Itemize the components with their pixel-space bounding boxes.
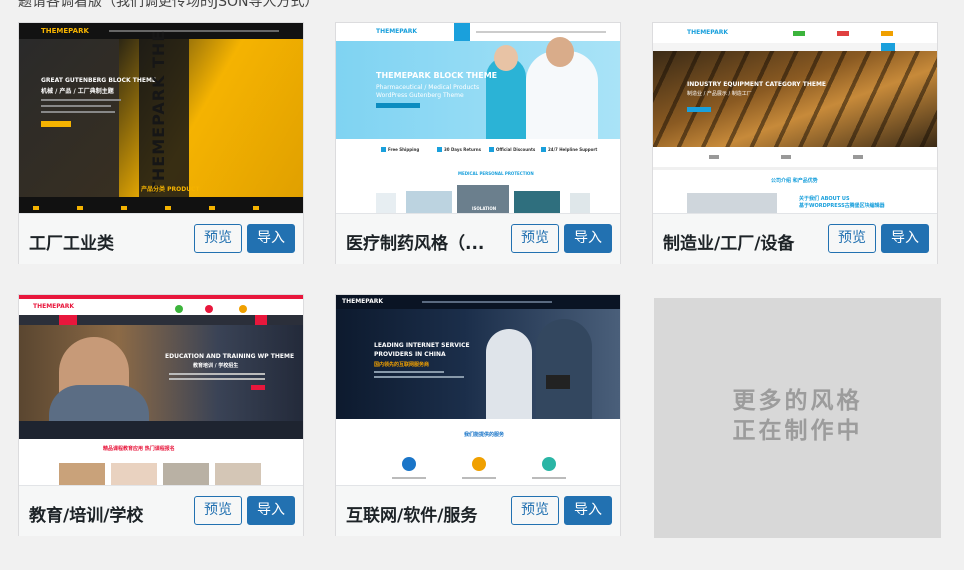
import-button[interactable]: 导入	[247, 224, 295, 253]
thumb-feature: 30 Days Returns	[444, 147, 481, 152]
thumb-headline: EDUCATION AND TRAINING WP THEME	[165, 353, 295, 360]
thumb-about-2: 基于WORDPRESS古腾堡区块编辑器	[799, 203, 885, 209]
template-title: 互联网/软件/服务	[346, 506, 478, 526]
template-title: 医疗制药风格（...	[346, 234, 485, 254]
thumb-subhead: Pharmaceutical / Medical Products	[376, 84, 480, 91]
template-title: 教育/培训/学校	[29, 506, 144, 526]
card-footer: 教育/培训/学校 预览 导入	[19, 485, 303, 536]
thumb-side-text: THEMEPARK THE BEST THEME	[149, 23, 168, 193]
thumb-logo: THEMEPARK	[41, 27, 89, 35]
card-footer: 互联网/软件/服务 预览 导入	[336, 485, 620, 536]
template-title: 工厂工业类	[29, 234, 114, 254]
thumb-section: 精品课程教育应用 热门课程报名	[103, 446, 175, 452]
thumb-feature: Official Discounts	[496, 147, 536, 152]
import-button[interactable]: 导入	[564, 496, 612, 525]
coming-soon-placeholder: 更多的风格 正在制作中	[654, 298, 941, 538]
preview-button[interactable]: 预览	[194, 224, 242, 253]
preview-button[interactable]: 预览	[511, 496, 559, 525]
template-thumbnail[interactable]: THEMEPARK EDUCATION AND TRAINING WP THEM…	[19, 295, 303, 485]
template-thumbnail[interactable]: THEMEPARK GREAT GUTENBERG BLOCK THEME 机械…	[19, 23, 303, 213]
card-footer: 制造业/工厂/设备 预览 导入	[653, 213, 937, 264]
thumb-headline: GREAT GUTENBERG BLOCK THEME	[41, 77, 157, 84]
thumb-headline: INDUSTRY EQUIPMENT CATEGORY THEME	[687, 81, 827, 88]
thumb-section: 公司介绍 和产品优势	[771, 178, 818, 184]
import-button[interactable]: 导入	[564, 224, 612, 253]
template-card-manufacturing: THEMEPARK INDUSTRY EQUIPMENT CATEGORY TH…	[652, 22, 938, 264]
coming-soon-line-1: 更多的风格	[732, 388, 863, 414]
card-footer: 医疗制药风格（... 预览 导入	[336, 213, 620, 264]
thumb-feature: Free Shipping	[388, 147, 420, 152]
thumb-subhead: 机械 / 产品 / 工厂典制主题	[41, 88, 114, 95]
thumb-subhead: 制造业 / 产品展示 / 制造工厂	[687, 91, 752, 97]
thumb-feature: 24/7 Helpline Support	[548, 147, 598, 152]
template-title: 制造业/工厂/设备	[663, 234, 795, 254]
template-card-medical: THEMEPARK THEMEPARK BLOCK THEME Pharmace…	[335, 22, 621, 264]
thumb-subhead: 国内领先的互联网服务商	[374, 362, 430, 368]
thumb-section: 产品分类 PRODUCT	[141, 186, 200, 193]
thumb-section: MEDICAL PERSONAL PROTECTION	[458, 171, 534, 176]
thumb-headline: THEMEPARK BLOCK THEME	[376, 71, 498, 80]
header-note: 题请各调看版（我们调更传场的JSON导人方式）	[18, 0, 319, 10]
preview-button[interactable]: 预览	[194, 496, 242, 525]
thumb-subhead-2: WordPress Gutenberg Theme	[376, 92, 464, 99]
template-thumbnail[interactable]: THEMEPARK THEMEPARK BLOCK THEME Pharmace…	[336, 23, 620, 213]
preview-button[interactable]: 预览	[511, 224, 559, 253]
thumb-subhead: 教育培训 / 学校招生	[193, 363, 239, 369]
thumb-headline: LEADING INTERNET SERVICE PROVIDERS IN CH…	[374, 342, 470, 358]
thumb-tag: ISOLATION	[472, 206, 497, 211]
template-card-education: THEMEPARK EDUCATION AND TRAINING WP THEM…	[18, 294, 304, 536]
thumb-logo: THEMEPARK	[687, 29, 729, 36]
template-thumbnail[interactable]: THEMEPARK LEADING INTERNET SERVICE PROVI…	[336, 295, 620, 485]
thumb-about: 关于我们 ABOUT US	[799, 196, 850, 202]
coming-soon-line-2: 正在制作中	[732, 418, 863, 444]
thumb-logo: THEMEPARK	[342, 298, 384, 305]
template-card-industrial: THEMEPARK GREAT GUTENBERG BLOCK THEME 机械…	[18, 22, 304, 264]
import-button[interactable]: 导入	[247, 496, 295, 525]
card-footer: 工厂工业类 预览 导入	[19, 213, 303, 264]
template-card-internet: THEMEPARK LEADING INTERNET SERVICE PROVI…	[335, 294, 621, 536]
thumb-section: 我们能提供的服务	[464, 432, 505, 438]
thumb-logo: THEMEPARK	[376, 28, 418, 35]
preview-button[interactable]: 预览	[828, 224, 876, 253]
import-button[interactable]: 导入	[881, 224, 929, 253]
template-thumbnail[interactable]: THEMEPARK INDUSTRY EQUIPMENT CATEGORY TH…	[653, 23, 937, 213]
thumb-logo: THEMEPARK	[33, 303, 75, 310]
